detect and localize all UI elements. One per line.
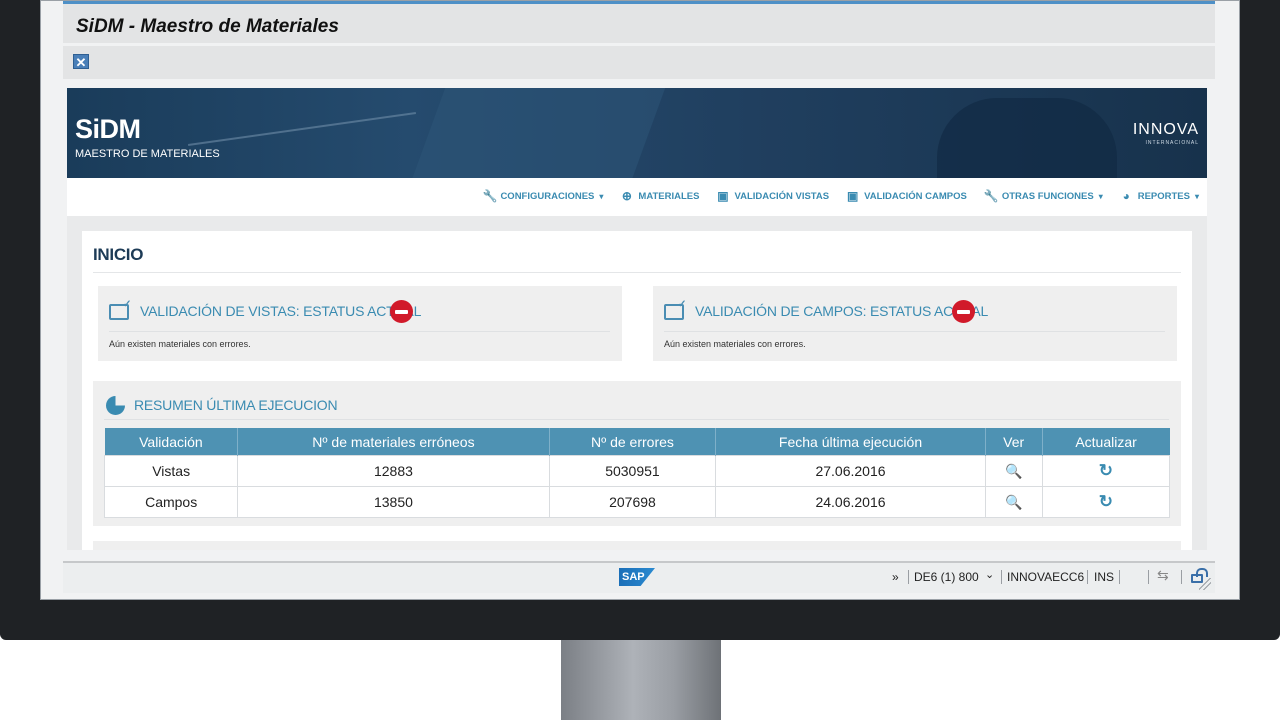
check-icon: ✓ [123,299,132,310]
status-card-vistas: ✓ VALIDACIÓN DE VISTAS: ESTATUS ACTUAL A… [98,286,622,361]
server-name: INNOVAECC6 [1007,570,1085,584]
nav-item-label: CONFIGURACIONES [500,190,595,202]
sidm-subtitle: MAESTRO DE MATERIALES [75,148,220,160]
separator [1001,570,1002,584]
cell-errores: 207698 [548,486,717,518]
wrench-icon: 🔧 [482,189,498,203]
status-card-message: Aún existen materiales con errores. [664,339,806,349]
table-row: Campos 13850 207698 24.06.2016 🔍 ↻ [103,486,1171,518]
refresh-icon[interactable]: ↻ [1099,492,1113,511]
innova-logo-subtitle: INTERNACIONAL [1145,140,1199,146]
divider [664,331,1165,332]
nav-item-label: OTRAS FUNCIONES [1001,190,1094,202]
nav-item-label: VALIDACIÓN CAMPOS [864,190,967,202]
column-header: Validación [104,428,239,456]
status-card-campos: ✓ VALIDACIÓN DE CAMPOS: ESTATUS ACTUAL A… [653,286,1177,361]
sap-gui-window: SiDM - Maestro de Materiales ✕ SiDM MAES… [40,0,1240,600]
divider [109,331,610,332]
main-content: INICIO ✓ VALIDACIÓN DE VISTAS: ESTATUS A… [82,231,1192,550]
caret-down-icon: ▾ [599,191,604,201]
check-icon: ✓ [678,299,687,310]
banner-background-line [187,112,417,146]
column-header: Actualizar [1042,428,1170,456]
validate-views-icon: ▣ [717,189,729,203]
cell-validacion: Vistas [103,455,239,487]
summary-table: Validación Nº de materiales erróneos Nº … [103,428,1171,518]
expand-status-icon[interactable]: » [892,570,899,584]
nav-item-label: MATERIALES [638,190,700,202]
status-card-heading: VALIDACIÓN DE CAMPOS: ESTATUS ACTUAL [695,303,989,319]
cell-validacion: Campos [103,486,239,518]
refresh-icon[interactable]: ↻ [1099,461,1113,480]
innova-logo: INNOVA [1132,121,1199,138]
nav-item-configuraciones[interactable]: 🔧 CONFIGURACIONES ▾ [482,189,603,203]
magnifier-icon[interactable]: 🔍 [1005,463,1022,479]
status-card-heading: VALIDACIÓN DE VISTAS: ESTATUS ACTUAL [140,303,422,319]
header-banner: SiDM MAESTRO DE MATERIALES INNOVA INTERN… [67,88,1207,178]
nav-item-label: REPORTES [1137,190,1190,202]
nav-item-reportes[interactable]: ◕ REPORTES ▾ [1120,189,1199,203]
cell-materiales-erroneos: 12883 [237,455,550,487]
cell-actualizar: ↻ [1041,455,1171,487]
separator [1119,570,1120,584]
cell-actualizar: ↻ [1041,486,1171,518]
pie-chart-icon [106,396,125,415]
application-toolbar: ✕ [63,46,1215,79]
top-navigation: 🔧 CONFIGURACIONES ▾ ⊕ MATERIALES ▣ VALID… [67,178,1207,216]
cell-materiales-erroneos: 13850 [237,486,550,518]
window-title: SiDM - Maestro de Materiales [76,16,339,37]
sidm-web-app: SiDM MAESTRO DE MATERIALES INNOVA INTERN… [67,88,1207,550]
status-bar: SAP » DE6 (1) 800 ⌄ INNOVAECC6 INS ⇆ [63,561,1215,593]
caret-down-icon: ▾ [1194,191,1199,201]
validate-fields-icon: ▣ [846,189,859,203]
banner-background-shape [937,98,1117,178]
divider [93,272,1181,273]
sap-logo: SAP [619,568,655,586]
window-title-bar: SiDM - Maestro de Materiales [63,1,1215,43]
sidm-logo: SiDM [75,114,141,144]
wrench-icon: 🔧 [983,189,999,203]
summary-panel: RESUMEN ÚLTIMA EJECUCION Validación Nº d… [93,381,1181,526]
summary-heading: RESUMEN ÚLTIMA EJECUCION [134,397,338,413]
column-header: Ver [985,428,1043,456]
separator [1087,570,1088,584]
column-header: Nº de materiales erróneos [237,428,550,456]
system-info: DE6 (1) 800 [914,570,979,584]
status-card-message: Aún existen materiales con errores. [109,339,251,349]
error-stop-icon [390,300,413,323]
nav-item-label: VALIDACIÓN VISTAS [734,190,830,202]
caret-down-icon: ▾ [1098,191,1103,201]
error-stop-icon [952,300,975,323]
separator [908,570,909,584]
resize-grip-icon[interactable] [1199,578,1211,590]
cell-ver: 🔍 [984,486,1043,518]
nav-item-validacion-vistas[interactable]: ▣ VALIDACIÓN VISTAS [716,189,829,203]
table-row: Vistas 12883 5030951 27.06.2016 🔍 ↻ [103,455,1171,487]
cell-ver: 🔍 [984,455,1043,487]
plus-circle-icon: ⊕ [621,189,632,203]
separator [1181,570,1182,584]
cell-fecha: 24.06.2016 [715,486,986,518]
next-panel [93,541,1181,550]
divider [104,419,1169,420]
chevron-down-icon[interactable]: ⌄ [985,568,994,581]
column-header: Fecha última ejecución [715,428,986,456]
banner-background-shape [401,88,673,178]
separator [1148,570,1149,584]
magnifier-icon[interactable]: 🔍 [1005,494,1022,510]
nav-item-materiales[interactable]: ⊕ MATERIALES [620,189,700,203]
monitor-stand [561,640,721,720]
column-header: Nº de errores [549,428,717,456]
pie-chart-icon: ◕ [1122,189,1130,203]
nav-item-validacion-campos[interactable]: ▣ VALIDACIÓN CAMPOS [846,189,967,203]
cell-fecha: 27.06.2016 [715,455,986,487]
insert-mode: INS [1094,570,1115,584]
nav-item-otras-funciones[interactable]: 🔧 OTRAS FUNCIONES ▾ [984,189,1103,203]
cell-errores: 5030951 [548,455,717,487]
table-header-row: Validación Nº de materiales erróneos Nº … [104,428,1170,456]
transfer-icon[interactable]: ⇆ [1157,567,1169,584]
page-title: INICIO [93,245,144,264]
close-icon[interactable]: ✕ [73,54,89,70]
